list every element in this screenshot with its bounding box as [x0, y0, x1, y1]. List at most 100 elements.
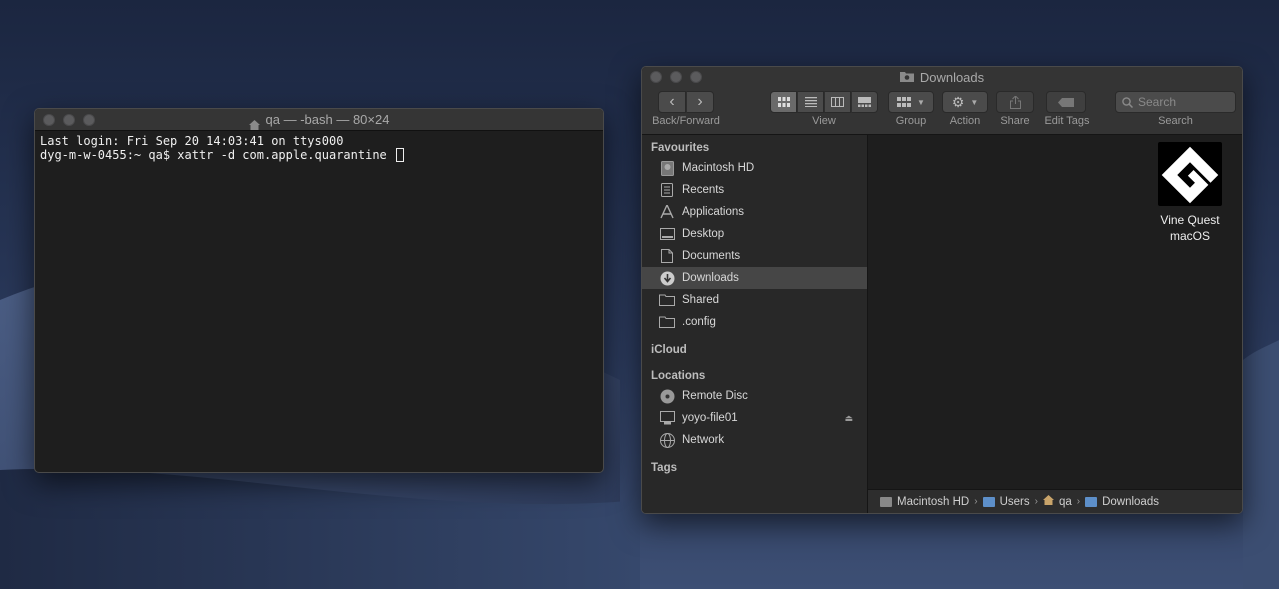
view-label: View [812, 115, 836, 127]
finder-window[interactable]: Downloads ‹ › Back/Forward View ▼ Group … [641, 66, 1243, 514]
sidebar-item-remote-disc[interactable]: Remote Disc [642, 385, 867, 407]
file-name-line2: macOS [1169, 229, 1210, 243]
column-view-button[interactable] [824, 91, 851, 113]
sidebar-item-recents[interactable]: Recents [642, 179, 867, 201]
sidebar-item-applications[interactable]: Applications [642, 201, 867, 223]
sidebar-item-label: Applications [682, 206, 745, 218]
network-icon [659, 432, 675, 448]
home-icon [1042, 495, 1054, 508]
file-name: Vine Quest [1160, 213, 1220, 227]
path-label: qa [1058, 495, 1072, 508]
terminal-window[interactable]: qa — -bash — 80×24 Last login: Fri Sep 2… [34, 108, 604, 473]
sidebar-item-label: yoyo-file01 [682, 412, 738, 424]
downloads-folder-icon [899, 70, 914, 85]
terminal-output[interactable]: Last login: Fri Sep 20 14:03:41 on ttys0… [35, 131, 603, 165]
action-label: Action [949, 115, 981, 127]
action-button[interactable]: ⚙ ▼ [942, 91, 988, 113]
locations-heading: Locations [651, 370, 706, 382]
file-item[interactable]: Vine Quest macOS [1140, 142, 1240, 244]
path-label: Users [999, 495, 1030, 508]
path-label: Macintosh HD [897, 495, 970, 508]
home-folder-icon [248, 115, 260, 130]
server-icon [659, 410, 675, 426]
applications-icon [659, 204, 675, 220]
disc-icon [659, 388, 675, 404]
sidebar-item-label: Shared [682, 294, 720, 306]
search-label: Search [1158, 115, 1193, 127]
terminal-prompt-line: dyg-m-w-0455:~ qa$ xattr -d com.apple.qu… [40, 148, 395, 162]
close-button[interactable] [43, 114, 55, 126]
terminal-titlebar[interactable]: qa — -bash — 80×24 [35, 109, 603, 131]
path-item-macintosh-hd[interactable]: Macintosh HD [880, 496, 969, 508]
sidebar-item-label: Documents [682, 250, 741, 262]
share-button[interactable] [996, 91, 1034, 113]
sidebar-item-label: Desktop [682, 228, 725, 240]
gallery-view-button[interactable] [851, 91, 878, 113]
view-control [770, 91, 878, 113]
sidebar-item-macintosh-hd[interactable]: Macintosh HD [642, 157, 867, 179]
sidebar-item-downloads[interactable]: Downloads [642, 267, 867, 289]
group-grid-icon [897, 97, 912, 107]
documents-icon [659, 248, 675, 264]
minimize-button[interactable] [63, 114, 75, 126]
share-control [996, 91, 1034, 113]
chevron-right-icon: › [1034, 496, 1038, 507]
icon-view-button[interactable] [770, 91, 797, 113]
group-control: ▼ [888, 91, 934, 113]
search-icon [1122, 96, 1133, 108]
path-bar: Macintosh HD › Users › qa › Downloads [868, 489, 1242, 513]
sidebar-item-documents[interactable]: Documents [642, 245, 867, 267]
path-item-downloads[interactable]: Downloads [1085, 496, 1159, 508]
icon-grid-icon [777, 97, 790, 107]
group-button[interactable]: ▼ [888, 91, 934, 113]
sidebar-item-network[interactable]: Network [642, 429, 867, 451]
sidebar-item-label: Remote Disc [682, 390, 748, 402]
folder-icon [659, 292, 675, 308]
list-view-button[interactable] [797, 91, 824, 113]
downloads-icon [659, 270, 675, 286]
sidebar-item-config[interactable]: .config [642, 311, 867, 333]
hard-drive-icon [880, 496, 892, 507]
icloud-heading[interactable]: iCloud [651, 344, 687, 356]
back-forward-control: ‹ › [658, 91, 714, 113]
back-forward-label: Back/Forward [652, 115, 720, 127]
list-icon [804, 97, 817, 107]
text-cursor [396, 148, 405, 162]
file-browser[interactable]: Vine Quest macOS [868, 135, 1242, 489]
terminal-line: Last login: Fri Sep 20 14:03:41 on ttys0… [40, 134, 344, 148]
chevron-left-icon: ‹ [669, 93, 675, 110]
search-field[interactable]: Search [1115, 91, 1236, 113]
gear-icon: ⚙ [951, 93, 965, 110]
path-item-qa[interactable]: qa [1042, 495, 1072, 508]
zoom-button[interactable] [83, 114, 95, 126]
share-label: Share [1000, 115, 1030, 127]
action-control: ⚙ ▼ [942, 91, 988, 113]
edit-tags-button[interactable] [1046, 91, 1086, 113]
gallery-icon [858, 97, 871, 107]
folder-icon [659, 314, 675, 330]
chevron-right-icon: › [697, 93, 703, 110]
columns-icon [831, 97, 844, 107]
sidebar-item-label: Recents [682, 184, 725, 196]
path-item-users[interactable]: Users [982, 495, 1030, 508]
chevron-down-icon: ▼ [917, 97, 925, 107]
sidebar-item-yoyo-file01[interactable]: yoyo-file01 ⏏ [642, 407, 867, 429]
path-label: Downloads [1102, 495, 1159, 508]
favourites-heading: Favourites [651, 142, 710, 154]
forward-button[interactable]: › [686, 91, 714, 113]
sidebar-item-shared[interactable]: Shared [642, 289, 867, 311]
terminal-title: qa — -bash — 80×24 [265, 112, 390, 127]
sidebar-item-label: Macintosh HD [682, 162, 755, 174]
sidebar-item-desktop[interactable]: Desktop [642, 223, 867, 245]
recents-icon [659, 182, 675, 198]
search-placeholder: Search [1138, 95, 1177, 109]
downloads-folder-icon [1085, 496, 1098, 507]
edit-tags-label: Edit Tags [1044, 115, 1090, 127]
sidebar-item-label: .config [682, 316, 716, 328]
eject-icon[interactable]: ⏏ [844, 413, 853, 424]
folder-icon [982, 496, 995, 507]
tags-heading[interactable]: Tags [651, 462, 677, 474]
back-button[interactable]: ‹ [658, 91, 686, 113]
finder-toolbar: Downloads ‹ › Back/Forward View ▼ Group … [642, 67, 1242, 135]
app-icon [1158, 142, 1222, 206]
